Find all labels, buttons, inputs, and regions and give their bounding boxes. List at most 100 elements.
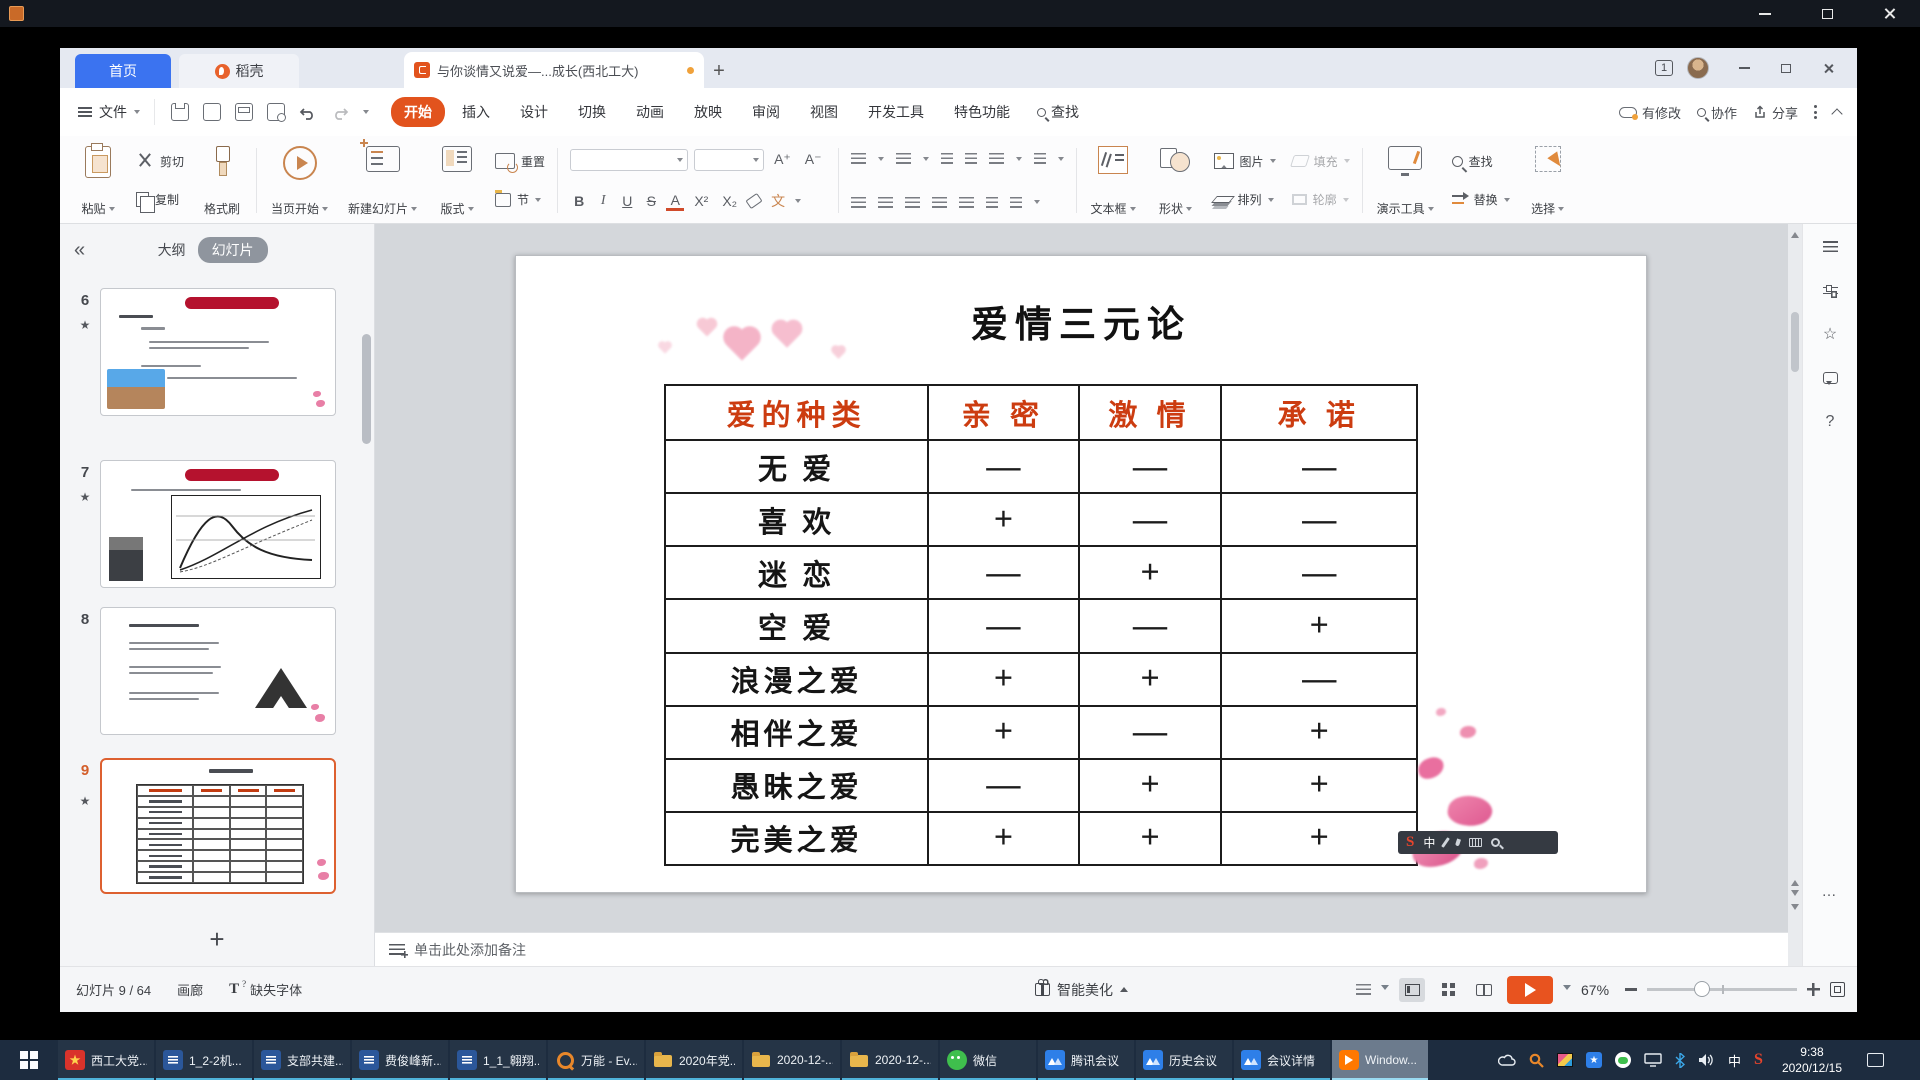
- menu-tab-insert[interactable]: 插入: [449, 97, 503, 127]
- taskbar-app[interactable]: 万能 - Ev...: [548, 1040, 644, 1080]
- taskbar-app[interactable]: ★西工大党...: [58, 1040, 154, 1080]
- menu-tab-animation[interactable]: 动画: [623, 97, 677, 127]
- taskbar-app[interactable]: 会议详情: [1234, 1040, 1330, 1080]
- menu-find-button[interactable]: 查找: [1037, 102, 1079, 122]
- collapse-ribbon-icon[interactable]: [1831, 108, 1842, 119]
- tab-document[interactable]: 与你谈情又说爱—...成长(西北工大): [404, 52, 704, 88]
- slideshow-play-button[interactable]: [1507, 976, 1553, 1004]
- copy-button[interactable]: 复制: [132, 189, 188, 210]
- sogou-toolbox-icon[interactable]: [1491, 838, 1500, 847]
- slide-sorter-view-button[interactable]: [1435, 978, 1461, 1002]
- slide-9-thumbnail-selected[interactable]: [100, 758, 336, 894]
- text-direction-icon[interactable]: [1034, 153, 1046, 164]
- paste-button[interactable]: 粘贴: [72, 142, 124, 219]
- window-count-badge[interactable]: 1: [1655, 60, 1673, 76]
- tab-home[interactable]: 首页: [75, 54, 171, 88]
- rail-favorites-button[interactable]: ☆: [1803, 312, 1857, 356]
- picture-button[interactable]: 图片: [1210, 151, 1280, 172]
- animation-star-icon[interactable]: ★: [74, 490, 96, 504]
- export-button[interactable]: [203, 103, 221, 121]
- new-slide-button[interactable]: 新建幻灯片: [342, 142, 423, 219]
- new-tab-button[interactable]: +: [704, 54, 734, 88]
- search-tray-icon[interactable]: [1529, 1053, 1544, 1068]
- canvas-scrollbar[interactable]: [1788, 224, 1802, 966]
- reset-button[interactable]: 重置: [491, 151, 549, 172]
- previous-slide-button[interactable]: [1791, 876, 1799, 886]
- shapes-button[interactable]: 形状: [1150, 142, 1202, 219]
- share-button[interactable]: 分享: [1753, 103, 1798, 122]
- replace-button[interactable]: 替换: [1448, 189, 1514, 210]
- find-button[interactable]: 查找: [1448, 151, 1514, 172]
- taskbar-app-active[interactable]: Window...: [1332, 1040, 1428, 1080]
- scrollbar-thumb[interactable]: [1791, 312, 1799, 372]
- more-options-icon[interactable]: [1814, 105, 1817, 119]
- print-button[interactable]: [235, 103, 253, 121]
- taskbar-app[interactable]: 2020-12-...: [744, 1040, 840, 1080]
- taskbar-app[interactable]: 微信: [940, 1040, 1036, 1080]
- missing-font-button[interactable]: T 缺失字体: [229, 980, 302, 999]
- zoom-slider-knob[interactable]: [1694, 981, 1710, 997]
- zoom-in-button[interactable]: [1807, 983, 1820, 996]
- clear-format-icon[interactable]: [745, 193, 762, 209]
- input-language-indicator[interactable]: 中: [1728, 1051, 1741, 1070]
- rail-help-button[interactable]: ?: [1803, 400, 1857, 444]
- slides-tab[interactable]: 幻灯片: [198, 237, 268, 263]
- menu-tab-home[interactable]: 开始: [391, 97, 445, 127]
- display-projection-icon[interactable]: [1644, 1053, 1662, 1067]
- zoom-out-button[interactable]: [1625, 988, 1637, 991]
- format-painter-button[interactable]: 格式刷: [196, 142, 248, 219]
- smart-beautify-button[interactable]: 智能美化: [1035, 967, 1128, 1012]
- taskbar-app[interactable]: 腾讯会议: [1038, 1040, 1134, 1080]
- display-settings-icon[interactable]: [1356, 984, 1371, 995]
- menu-tab-review[interactable]: 审阅: [739, 97, 793, 127]
- animation-star-icon[interactable]: ★: [74, 318, 96, 332]
- select-button[interactable]: 选择: [1522, 142, 1574, 219]
- menu-tab-features[interactable]: 特色功能: [941, 97, 1023, 127]
- sogou-tray-icon[interactable]: S: [1754, 1051, 1763, 1069]
- sogou-logo[interactable]: S: [1406, 834, 1414, 851]
- print-preview-button[interactable]: [267, 103, 285, 121]
- collapse-panel-button[interactable]: «: [74, 239, 85, 262]
- normal-view-button[interactable]: [1399, 978, 1425, 1002]
- sogou-punctuation-icon[interactable]: [1455, 839, 1461, 847]
- subscript-button[interactable]: X₂: [718, 192, 741, 210]
- user-avatar[interactable]: [1687, 57, 1709, 79]
- play-from-current-button[interactable]: 当页开始: [265, 142, 334, 219]
- wps-close-button[interactable]: [1807, 49, 1849, 87]
- font-size-select[interactable]: [694, 149, 764, 171]
- star-app-tray-icon[interactable]: ★: [1586, 1052, 1602, 1068]
- rail-menu-button[interactable]: [1803, 224, 1857, 268]
- rail-comments-button[interactable]: [1803, 356, 1857, 400]
- outline-tab[interactable]: 大纲: [158, 240, 186, 260]
- media-app-tray-icon[interactable]: [1557, 1053, 1573, 1067]
- bullets-icon[interactable]: [851, 153, 866, 164]
- align-left-icon[interactable]: [851, 197, 866, 208]
- reading-view-button[interactable]: [1471, 978, 1497, 1002]
- menu-tab-view[interactable]: 视图: [797, 97, 851, 127]
- start-button[interactable]: [0, 1040, 58, 1080]
- taskbar-app[interactable]: 1_1_翱翔...: [450, 1040, 546, 1080]
- slide-page[interactable]: 爱情三元论 爱的种类 亲 密 激 情 承 诺: [515, 255, 1647, 893]
- scroll-down-icon[interactable]: [1791, 904, 1799, 914]
- bluetooth-icon[interactable]: [1675, 1053, 1685, 1068]
- play-options-caret[interactable]: [1563, 985, 1571, 994]
- slide-7-thumbnail[interactable]: [100, 460, 336, 588]
- taskbar-app[interactable]: 支部共建...: [254, 1040, 350, 1080]
- phonetic-guide-button[interactable]: 文: [767, 190, 789, 212]
- action-center-icon[interactable]: [1867, 1053, 1884, 1067]
- wps-minimize-button[interactable]: [1723, 49, 1765, 87]
- outer-maximize-button[interactable]: [1796, 0, 1858, 27]
- fit-to-window-button[interactable]: [1830, 982, 1845, 997]
- section-button[interactable]: 节: [491, 189, 549, 210]
- wps-restore-button[interactable]: [1765, 49, 1807, 87]
- wechat-tray-icon[interactable]: [1615, 1052, 1631, 1068]
- tab-docer[interactable]: 稻壳: [179, 54, 299, 88]
- columns-icon[interactable]: [986, 197, 998, 208]
- text-box-button[interactable]: 文本框: [1085, 142, 1142, 219]
- quick-access-caret-icon[interactable]: [363, 110, 369, 117]
- slide-6-thumbnail[interactable]: [100, 288, 336, 416]
- font-color-button[interactable]: A: [666, 191, 684, 211]
- menu-tab-transition[interactable]: 切换: [565, 97, 619, 127]
- italic-button[interactable]: I: [594, 192, 612, 210]
- cloud-icon[interactable]: [1498, 1054, 1516, 1067]
